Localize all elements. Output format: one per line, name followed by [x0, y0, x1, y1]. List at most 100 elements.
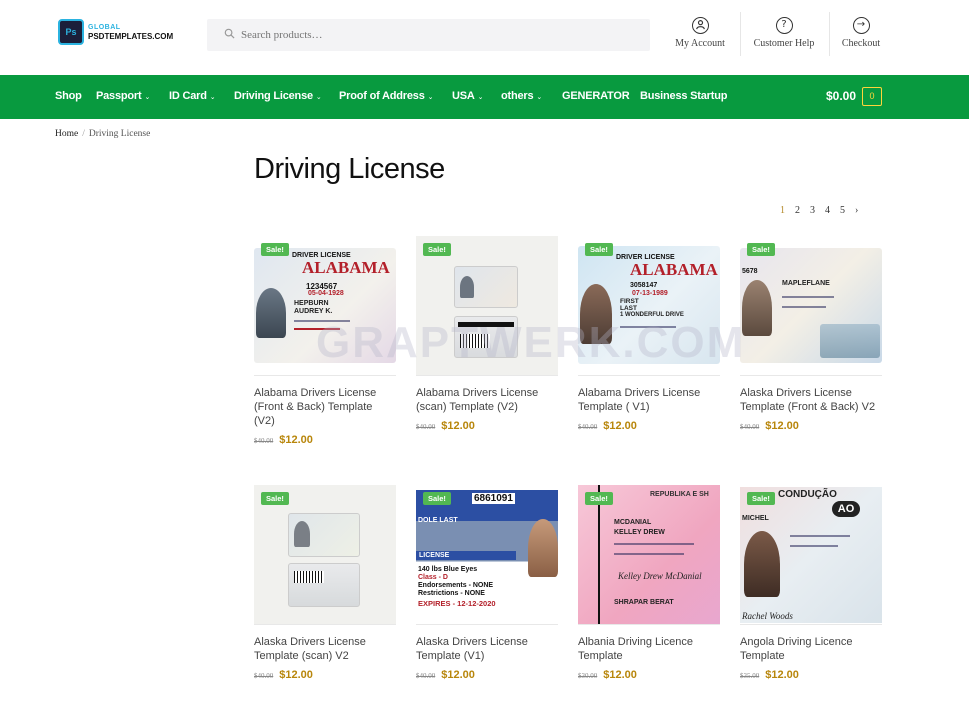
old-price: $40.00 [254, 437, 274, 445]
portrait-photo [580, 284, 612, 344]
nav-item-passport[interactable]: Passport ⌄ [96, 75, 150, 119]
page-link[interactable]: 5 [840, 205, 845, 216]
product-title[interactable]: Angola Driving Licence Template [740, 635, 882, 663]
card-text: Class - D [418, 574, 448, 581]
breadcrumb: Home / Driving License [55, 129, 150, 139]
main-nav: Shop Passport ⌄ ID Card ⌄ Driving License ⌄… [0, 75, 969, 119]
logo-icon: Ps [58, 19, 84, 45]
product-card[interactable]: DRIVER LICENSE ALABAMA 1234567 05-04-192… [254, 236, 396, 446]
product-card[interactable]: REPUBLIKA E SH MCDANIAL KELLEY DREW Kell… [578, 485, 720, 681]
product-title[interactable]: Albania Driving Licence Template [578, 635, 720, 663]
product-title[interactable]: Alaska Drivers License Template (Front &… [740, 386, 882, 414]
site-logo[interactable]: Ps GLOBAL PSDTEMPLATES.COM [58, 19, 173, 45]
product-title[interactable]: Alabama Drivers License (Front & Back) T… [254, 386, 396, 428]
nav-item-id-card[interactable]: ID Card ⌄ [169, 75, 216, 119]
nav-item-usa[interactable]: USA ⌄ [452, 75, 483, 119]
card-text: 3058147 [630, 282, 658, 289]
nav-item-label: ID Card [169, 90, 207, 102]
product-image[interactable]: 6861091 DOLE LAST LICENSE 140 lbs Blue E… [416, 485, 558, 625]
nav-item-label: Business Startup [640, 90, 728, 102]
product-image[interactable]: CONDUÇÃO AO MICHEL Rachel Woods Sale! [740, 485, 882, 625]
search-icon [217, 26, 241, 44]
sale-price: $12.00 [603, 420, 637, 432]
help-icon: ? [775, 17, 793, 34]
chevron-down-icon: ⌄ [477, 94, 484, 101]
chevron-down-icon: ⌄ [209, 94, 216, 101]
product-title[interactable]: Alaska Drivers License Template (scan) V… [254, 635, 396, 663]
product-card[interactable]: Sale! Alaska Drivers License Template (s… [254, 485, 396, 681]
nav-item-shop[interactable]: Shop [55, 75, 82, 119]
product-title[interactable]: Alabama Drivers License Template ( V1) [578, 386, 720, 414]
product-card[interactable]: CONDUÇÃO AO MICHEL Rachel Woods Sale! An… [740, 485, 882, 681]
sale-badge: Sale! [747, 492, 775, 505]
product-card[interactable]: 6861091 DOLE LAST LICENSE 140 lbs Blue E… [416, 485, 558, 681]
nav-item-generator[interactable]: GENERATOR [562, 75, 630, 119]
sale-badge: Sale! [747, 243, 775, 256]
my-account-label: My Account [675, 38, 725, 49]
card-text: ALABAMA [302, 258, 390, 277]
nav-item-label: GENERATOR [562, 90, 630, 102]
nav-item-label: others [501, 90, 534, 102]
nav-item-label: Driving License [234, 90, 313, 102]
nav-item-driving-license[interactable]: Driving License ⌄ [234, 75, 322, 119]
nav-item-proof-of-address[interactable]: Proof of Address ⌄ [339, 75, 433, 119]
product-card[interactable]: DRIVER LICENSE ALABAMA 3058147 07-13-198… [578, 236, 720, 432]
product-image[interactable]: DRIVER LICENSE ALABAMA 3058147 07-13-198… [578, 236, 720, 376]
old-price: $40.00 [254, 672, 274, 680]
sale-badge: Sale! [423, 243, 451, 256]
product-title[interactable]: Alabama Drivers License (scan) Template … [416, 386, 558, 414]
product-image[interactable]: DRIVER LICENSE ALABAMA 1234567 05-04-192… [254, 236, 396, 376]
page-link[interactable]: 4 [825, 205, 830, 216]
sale-price: $12.00 [765, 669, 799, 681]
logo-line-2: PSDTEMPLATES.COM [88, 32, 174, 41]
product-card[interactable]: 5678 MAPLEFLANE Sale! Alaska Drivers Lic… [740, 236, 882, 432]
nav-item-business-startup[interactable]: Business Startup [640, 75, 727, 119]
product-image[interactable]: REPUBLIKA E SH MCDANIAL KELLEY DREW Kell… [578, 485, 720, 625]
page-title: Driving License [254, 153, 445, 185]
nav-item-others[interactable]: others ⌄ [501, 75, 542, 119]
card-text: CONDUÇÃO [778, 489, 837, 500]
cart-total[interactable]: $0.00 [826, 75, 856, 118]
product-price: $35.00 $12.00 [740, 669, 882, 681]
sale-price: $12.00 [279, 669, 313, 681]
card-text: 07-13-1989 [632, 290, 668, 297]
product-image[interactable]: Sale! [416, 236, 558, 376]
breadcrumb-home[interactable]: Home [55, 129, 78, 139]
sale-badge: Sale! [585, 492, 613, 505]
search-input[interactable] [241, 29, 621, 41]
card-text: MCDANIAL [614, 519, 652, 526]
product-image[interactable]: 5678 MAPLEFLANE Sale! [740, 236, 882, 376]
product-price: $40.00 $12.00 [578, 420, 720, 432]
chevron-down-icon: ⌄ [427, 94, 434, 101]
product-card[interactable]: Sale! Alabama Drivers License (scan) Tem… [416, 236, 558, 432]
product-title[interactable]: Alaska Drivers License Template (V1) [416, 635, 558, 663]
card-text: MAPLEFLANE [782, 280, 830, 287]
license-card-back [288, 563, 360, 607]
customer-help-link[interactable]: ? Customer Help [750, 17, 818, 49]
product-price: $40.00 $12.00 [254, 669, 396, 681]
nav-item-label: USA [452, 90, 475, 102]
next-page-icon[interactable]: › [855, 205, 858, 216]
checkout-link[interactable]: → Checkout [838, 17, 884, 49]
nav-item-label: Proof of Address [339, 90, 425, 102]
page-link[interactable]: 3 [810, 205, 815, 216]
portrait-photo [460, 276, 474, 298]
chevron-down-icon: ⌄ [536, 94, 543, 101]
card-text: 140 lbs Blue Eyes [418, 566, 478, 573]
product-price: $40.00 $12.00 [740, 420, 882, 432]
sale-badge: Sale! [585, 243, 613, 256]
cart-count-badge[interactable]: 0 [862, 87, 882, 106]
product-image[interactable]: Sale! [254, 485, 396, 625]
old-price: $35.00 [740, 672, 760, 680]
old-price: $40.00 [740, 423, 760, 431]
portrait-photo [256, 288, 286, 338]
page-link[interactable]: 2 [795, 205, 800, 216]
card-text: Endorsements - NONE [418, 582, 494, 589]
product-price: $30.00 $12.00 [578, 669, 720, 681]
my-account-link[interactable]: My Account [671, 17, 729, 49]
portrait-photo [742, 280, 772, 336]
card-text: Rachel Woods [742, 611, 793, 621]
page-link-current[interactable]: 1 [780, 205, 785, 216]
sale-price: $12.00 [279, 434, 313, 446]
card-text: FIRST [620, 298, 639, 305]
